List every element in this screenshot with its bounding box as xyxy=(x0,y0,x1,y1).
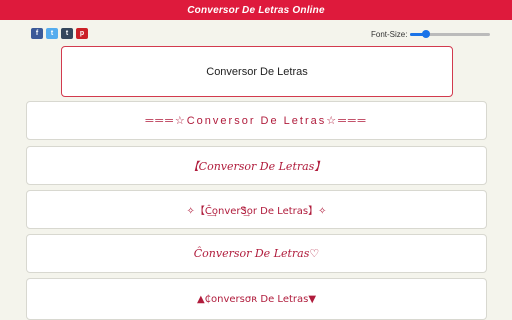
header-bar: Conversor De Letras Online xyxy=(0,0,512,20)
result-card[interactable]: ✧【Ĉ͢onverᏕ͢or De Letras】✧ xyxy=(26,190,487,229)
page-title: Conversor De Letras Online xyxy=(187,4,325,16)
font-size-label: Font-Size: xyxy=(371,29,408,39)
share-buttons: f t t p xyxy=(31,28,88,39)
text-input[interactable]: Conversor De Letras xyxy=(61,46,453,97)
slider-thumb[interactable] xyxy=(422,30,431,38)
result-card[interactable]: 【Conversor De Letras】 xyxy=(26,146,487,185)
tumblr-icon[interactable]: t xyxy=(61,28,73,39)
result-card[interactable]: ═══☆Conversor De Letras☆═══ xyxy=(26,101,487,140)
result-card[interactable]: ▲₵onversσʀ De Letras▼ xyxy=(26,278,487,320)
twitter-icon[interactable]: t xyxy=(46,28,58,39)
pinterest-icon[interactable]: p xyxy=(76,28,88,39)
font-size-control: Font-Size: xyxy=(371,28,491,40)
result-card[interactable]: Ĉonversor De Letras♡ xyxy=(26,234,487,273)
font-size-slider[interactable] xyxy=(410,29,491,39)
facebook-icon[interactable]: f xyxy=(31,28,43,39)
